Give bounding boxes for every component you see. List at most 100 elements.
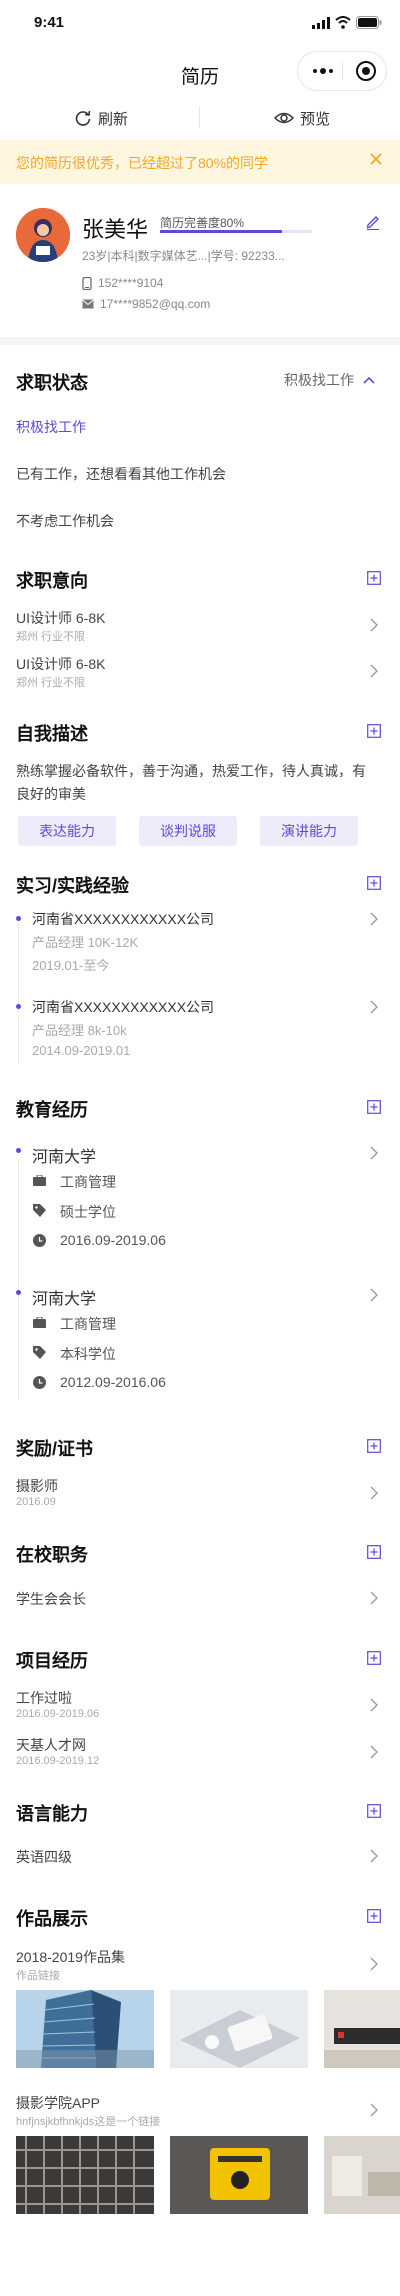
- briefcase-icon: [33, 1175, 46, 1186]
- list-item[interactable]: 摄影学院APP hnfjnsjkbfhnkjds这是一个链接: [0, 2089, 400, 2131]
- clock-icon: [33, 1376, 46, 1389]
- add-square-icon: [367, 1909, 381, 1923]
- target-icon: [356, 61, 376, 81]
- chevron-right-icon: [370, 1849, 378, 1863]
- portfolio-image-desk[interactable]: [170, 1990, 308, 2068]
- toolbar-divider: [199, 106, 200, 128]
- edit-pencil-icon: [366, 216, 379, 231]
- battery-icon: [356, 16, 382, 29]
- office-photo: [324, 1990, 400, 2068]
- building-photo: [16, 1990, 154, 2068]
- list-item[interactable]: 河南大学 工商管理 硕士学位 2016.09-2019.06: [0, 1140, 400, 1260]
- job-status-option-active[interactable]: 积极找工作: [16, 417, 86, 437]
- eye-icon: [274, 112, 294, 124]
- banner-close-button[interactable]: [366, 149, 386, 169]
- skill-tag: 演讲能力: [260, 816, 358, 846]
- email-row: 17****9852@qq.com: [82, 297, 210, 311]
- add-portfolio-button[interactable]: [367, 1909, 381, 1928]
- chevron-right-icon: [370, 1957, 378, 1971]
- mailbox-photo: [170, 2136, 308, 2214]
- award-name: 摄影师: [16, 1478, 58, 1494]
- award-date: 2016.09: [16, 1496, 56, 1508]
- add-job-intention-button[interactable]: [367, 571, 381, 590]
- profile-name: 张美华: [82, 217, 149, 242]
- list-item[interactable]: 学生会会长: [0, 1585, 400, 1615]
- edit-profile-button[interactable]: [365, 214, 381, 235]
- add-square-icon: [367, 1439, 381, 1453]
- portfolio-title: 作品展示: [16, 1909, 88, 1929]
- campus-title: 在校职务: [16, 1545, 88, 1565]
- tag-icon: [33, 1346, 46, 1359]
- job-status-option[interactable]: 不考虑工作机会: [16, 511, 114, 531]
- add-square-icon: [367, 724, 381, 738]
- campus-role: 学生会会长: [16, 1591, 86, 1607]
- position: 产品经理 8k-10k: [32, 1023, 127, 1038]
- chevron-right-icon: [370, 618, 378, 632]
- list-item[interactable]: UI设计师 6-8K 郑州 行业不限: [0, 604, 400, 646]
- chevron-right-icon: [370, 1591, 378, 1605]
- edit-self-description-button[interactable]: [367, 724, 381, 743]
- email-address: 17****9852@qq.com: [100, 297, 211, 311]
- period: 2019.01-至今: [32, 958, 110, 973]
- project-period: 2016.09-2019.12: [16, 1755, 100, 1767]
- architecture-photo: [16, 2136, 154, 2214]
- chevron-right-icon: [370, 1486, 378, 1500]
- add-award-button[interactable]: [367, 1439, 381, 1458]
- status-time: 9:41: [34, 14, 65, 31]
- project-name: 天基人才网: [16, 1737, 86, 1753]
- add-campus-role-button[interactable]: [367, 1545, 381, 1564]
- job-status-option[interactable]: 已有工作，还想看看其他工作机会: [16, 464, 226, 484]
- degree: 硕士学位: [60, 1204, 116, 1220]
- add-square-icon: [367, 1100, 381, 1114]
- awards-title: 奖励/证书: [16, 1439, 94, 1459]
- refresh-icon: [75, 110, 91, 126]
- intention-sub: 郑州 行业不限: [16, 677, 86, 689]
- add-language-button[interactable]: [367, 1804, 381, 1823]
- intention-sub: 郑州 行业不限: [16, 631, 86, 643]
- list-item[interactable]: 河南省XXXXXXXXXXXX公司 产品经理 10K-12K 2019.01-至…: [0, 906, 400, 976]
- list-item[interactable]: 摄影师 2016.09: [0, 1472, 400, 1514]
- add-square-icon: [367, 876, 381, 890]
- chevron-right-icon: [370, 1000, 378, 1014]
- list-item[interactable]: 天基人才网 2016.09-2019.12: [0, 1731, 400, 1773]
- portfolio-name: 2018-2019作品集: [16, 1949, 125, 1965]
- briefcase-icon: [33, 1317, 46, 1328]
- list-item[interactable]: 河南省XXXXXXXXXXXX公司 产品经理 8k-10k 2014.09-20…: [0, 994, 400, 1064]
- more-button[interactable]: [312, 61, 334, 86]
- period: 2012.09-2016.06: [60, 1374, 166, 1390]
- projects-title: 项目经历: [16, 1651, 88, 1671]
- portfolio-image-mailbox[interactable]: [170, 2136, 308, 2214]
- chevron-right-icon: [370, 912, 378, 926]
- period: 2016.09-2019.06: [60, 1232, 166, 1248]
- status-bar: 9:41: [0, 0, 400, 48]
- email-icon: [82, 299, 94, 309]
- list-item[interactable]: 英语四级: [0, 1843, 400, 1873]
- portfolio-sub: hnfjnsjkbfhnkjds这是一个链接: [16, 2116, 161, 2128]
- degree: 本科学位: [60, 1346, 116, 1362]
- section-divider: [0, 337, 400, 345]
- avatar[interactable]: [16, 208, 70, 262]
- preview-button[interactable]: 预览: [274, 104, 330, 132]
- portfolio-image-architecture[interactable]: [16, 2136, 154, 2214]
- major: 工商管理: [60, 1174, 116, 1190]
- list-item[interactable]: 工作过啦 2016.09-2019.06: [0, 1684, 400, 1726]
- job-status-toggle[interactable]: 积极找工作: [284, 370, 376, 390]
- portfolio-image-office[interactable]: [324, 1990, 400, 2068]
- list-item[interactable]: 河南大学 工商管理 本科学位 2012.09-2016.06: [0, 1282, 400, 1402]
- refresh-button[interactable]: 刷新: [74, 104, 128, 132]
- phone-row: 152****9104: [82, 276, 163, 290]
- period: 2014.09-2019.01: [32, 1043, 131, 1058]
- add-education-button[interactable]: [367, 1100, 381, 1119]
- add-internship-button[interactable]: [367, 876, 381, 895]
- list-item[interactable]: 2018-2019作品集 作品链接: [0, 1943, 400, 1985]
- close-mini-program-button[interactable]: [355, 60, 377, 87]
- add-project-button[interactable]: [367, 1651, 381, 1670]
- tag-icon: [33, 1204, 46, 1217]
- notice-text: 您的简历很优秀，已经超过了80%的同学: [16, 155, 269, 171]
- list-item[interactable]: UI设计师 6-8K 郑州 行业不限: [0, 650, 400, 692]
- intention-title: UI设计师 6-8K: [16, 656, 106, 672]
- portfolio-image-workspace[interactable]: [324, 2136, 400, 2214]
- completion-progress-bar: [160, 230, 282, 233]
- portfolio-image-building[interactable]: [16, 1990, 154, 2068]
- add-square-icon: [367, 571, 381, 585]
